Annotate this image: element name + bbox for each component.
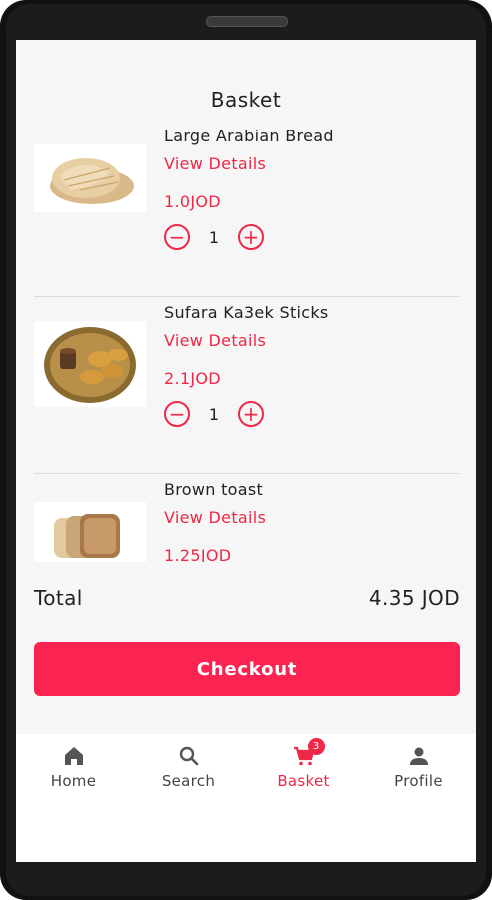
quantity-value: 1 — [208, 227, 220, 247]
quantity-stepper: − 1 + — [164, 401, 264, 427]
nav-label-home: Home — [50, 772, 97, 790]
product-image-ka3ek-sticks — [34, 321, 146, 407]
product-image-arabian-bread — [34, 144, 146, 212]
home-icon — [62, 744, 86, 768]
plus-icon[interactable]: + — [238, 401, 264, 427]
app-header: Basket — [16, 40, 476, 130]
product-name: Sufara Ka3ek Sticks — [164, 303, 329, 322]
cart-count-badge: 3 — [307, 738, 325, 755]
quantity-stepper: − 1 + — [164, 224, 264, 250]
quantity-value: 1 — [208, 404, 220, 424]
product-price: 1.0JOD — [164, 192, 221, 211]
minus-icon[interactable]: − — [164, 401, 190, 427]
product-name: Large Arabian Bread — [164, 130, 334, 145]
product-price: 1.25JOD — [164, 546, 232, 562]
product-name: Brown toast — [164, 480, 264, 499]
nav-label-search: Search — [161, 772, 216, 790]
nav-item-profile[interactable]: Profile — [361, 744, 476, 804]
minus-icon[interactable]: − — [164, 224, 190, 250]
total-value: 4.35 JOD — [368, 586, 460, 610]
nav-item-home[interactable]: Home — [16, 744, 131, 804]
view-details-link[interactable]: View Details — [164, 331, 266, 350]
total-label: Total — [34, 586, 83, 610]
plus-icon[interactable]: + — [238, 224, 264, 250]
cart-icon: 3 — [292, 738, 325, 768]
basket-item: Brown toast View Details 1.25JOD — [34, 474, 460, 562]
total-row: Total 4.35 JOD — [34, 584, 460, 612]
search-icon — [177, 744, 201, 768]
app-screen: Basket Large Arabian Bread View Details … — [16, 40, 476, 862]
view-details-link[interactable]: View Details — [164, 508, 266, 527]
speaker-grille — [206, 16, 288, 27]
person-icon — [407, 744, 431, 768]
nav-label-profile: Profile — [394, 772, 443, 790]
basket-list[interactable]: Large Arabian Bread View Details 1.0JOD … — [16, 130, 476, 562]
basket-item: Large Arabian Bread View Details 1.0JOD … — [34, 130, 460, 297]
product-price: 2.1JOD — [164, 369, 221, 388]
page-title: Basket — [210, 88, 282, 112]
nav-label-basket: Basket — [277, 772, 330, 790]
bottom-navigation: Home Search 3 Basket Profile — [16, 734, 476, 862]
view-details-link[interactable]: View Details — [164, 154, 266, 173]
device-frame: Basket Large Arabian Bread View Details … — [0, 0, 492, 900]
nav-item-basket[interactable]: 3 Basket — [246, 738, 361, 804]
product-image-brown-toast — [34, 502, 146, 562]
checkout-button[interactable]: Checkout — [34, 642, 460, 696]
nav-item-search[interactable]: Search — [131, 744, 246, 804]
basket-item: Sufara Ka3ek Sticks View Details 2.1JOD … — [34, 297, 460, 474]
